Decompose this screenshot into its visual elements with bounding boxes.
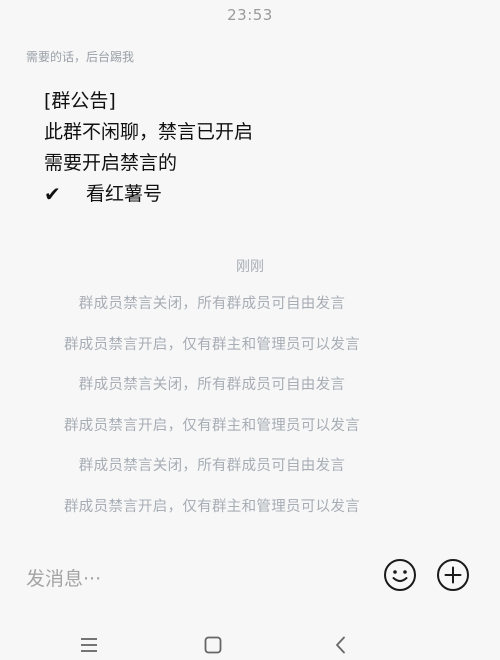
announcement-message: [群公告] 此群不闲聊，禁言已开启 需要开启禁言的 ✔ 看红薯号	[44, 86, 253, 210]
system-notice: 群成员禁言开启，仅有群主和管理员可以发言	[64, 498, 360, 515]
announcement-check-line: ✔ 看红薯号	[44, 179, 253, 210]
message-input[interactable]: 发消息···	[26, 564, 101, 591]
checkmark-icon: ✔	[44, 182, 61, 206]
system-notice: 群成员禁言关闭，所有群成员可自由发言	[78, 458, 346, 474]
announcement-check-text: 看红薯号	[86, 183, 163, 205]
system-notice: 群成员禁言关闭，所有群成员可自由发言	[78, 377, 346, 393]
square-home-icon	[204, 636, 222, 654]
system-notice: 群成员禁言关闭，所有群成员可自由发言	[78, 296, 346, 312]
system-notice: 群成员禁言开启，仅有群主和管理员可以发言	[64, 417, 360, 434]
nav-back-button[interactable]	[330, 634, 352, 656]
back-chevron-icon	[336, 636, 345, 654]
menu-icon	[81, 638, 97, 652]
smiley-face-icon	[384, 559, 416, 591]
status-time: 23:53	[227, 6, 273, 24]
system-timestamp: 刚刚	[236, 259, 264, 275]
system-notice-list: 群成员禁言关闭，所有群成员可自由发言 群成员禁言开启，仅有群主和管理员可以发言 …	[0, 292, 424, 535]
emoji-button[interactable]	[383, 558, 417, 592]
announcement-line: 需要开启禁言的	[44, 152, 178, 174]
add-attachment-button[interactable]	[436, 558, 470, 592]
system-notice: 群成员禁言开启，仅有群主和管理员可以发言	[64, 336, 360, 353]
announcement-title: [群公告]	[44, 90, 116, 112]
nav-home-button[interactable]	[202, 634, 224, 656]
announcement-line: 此群不闲聊，禁言已开启	[44, 121, 254, 143]
message-sender-name: 需要的话，后台踢我	[26, 50, 135, 64]
system-navigation-bar	[0, 628, 500, 659]
nav-menu-button[interactable]	[78, 634, 100, 656]
message-input-bar: 发消息···	[0, 556, 500, 598]
plus-circle-icon	[437, 559, 469, 591]
